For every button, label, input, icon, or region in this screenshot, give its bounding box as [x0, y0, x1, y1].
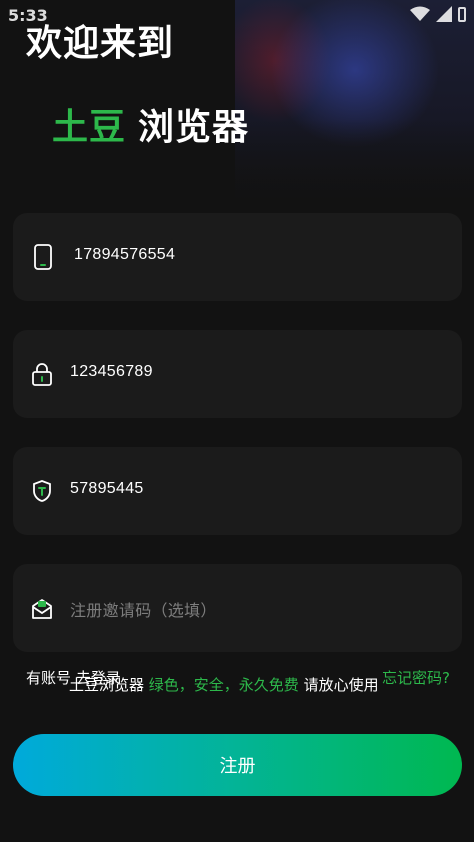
tagline-suffix: 请放心使用 [303, 676, 379, 694]
brand-name-rest: 浏览器 [138, 107, 250, 148]
brand-name-accent: 土豆 [52, 107, 127, 148]
forgot-password-link[interactable]: 忘记密码? [382, 667, 450, 688]
lock-icon [32, 363, 52, 386]
tagline: 土豆浏览器 绿色，安全，永久免费 请放心使用 [69, 674, 379, 695]
wifi-icon [410, 6, 430, 21]
phone-field[interactable]: 17894576554 [13, 213, 462, 301]
password-field[interactable]: 123456789 [13, 330, 462, 418]
phone-icon [34, 244, 52, 270]
mail-icon [32, 599, 52, 619]
tagline-highlight: 绿色，安全，永久免费 [148, 676, 299, 694]
verification-code-field[interactable]: 57895445 [13, 447, 462, 535]
password-input-value[interactable]: 123456789 [70, 363, 153, 381]
invite-code-field[interactable]: 注册邀请码（选填） [13, 564, 462, 652]
invite-code-placeholder[interactable]: 注册邀请码（选填） [70, 597, 217, 621]
signal-icon [436, 6, 452, 22]
tagline-prefix: 土豆浏览器 [69, 676, 145, 694]
shield-icon [33, 480, 51, 502]
brand-title: 土豆 浏览器 [52, 98, 249, 150]
verification-code-value[interactable]: 57895445 [70, 480, 144, 498]
battery-icon [458, 6, 466, 22]
welcome-title: 欢迎来到 [26, 23, 175, 64]
register-button[interactable]: 注册 [13, 734, 462, 796]
status-icons [410, 6, 466, 22]
phone-input-value[interactable]: 17894576554 [74, 246, 175, 264]
